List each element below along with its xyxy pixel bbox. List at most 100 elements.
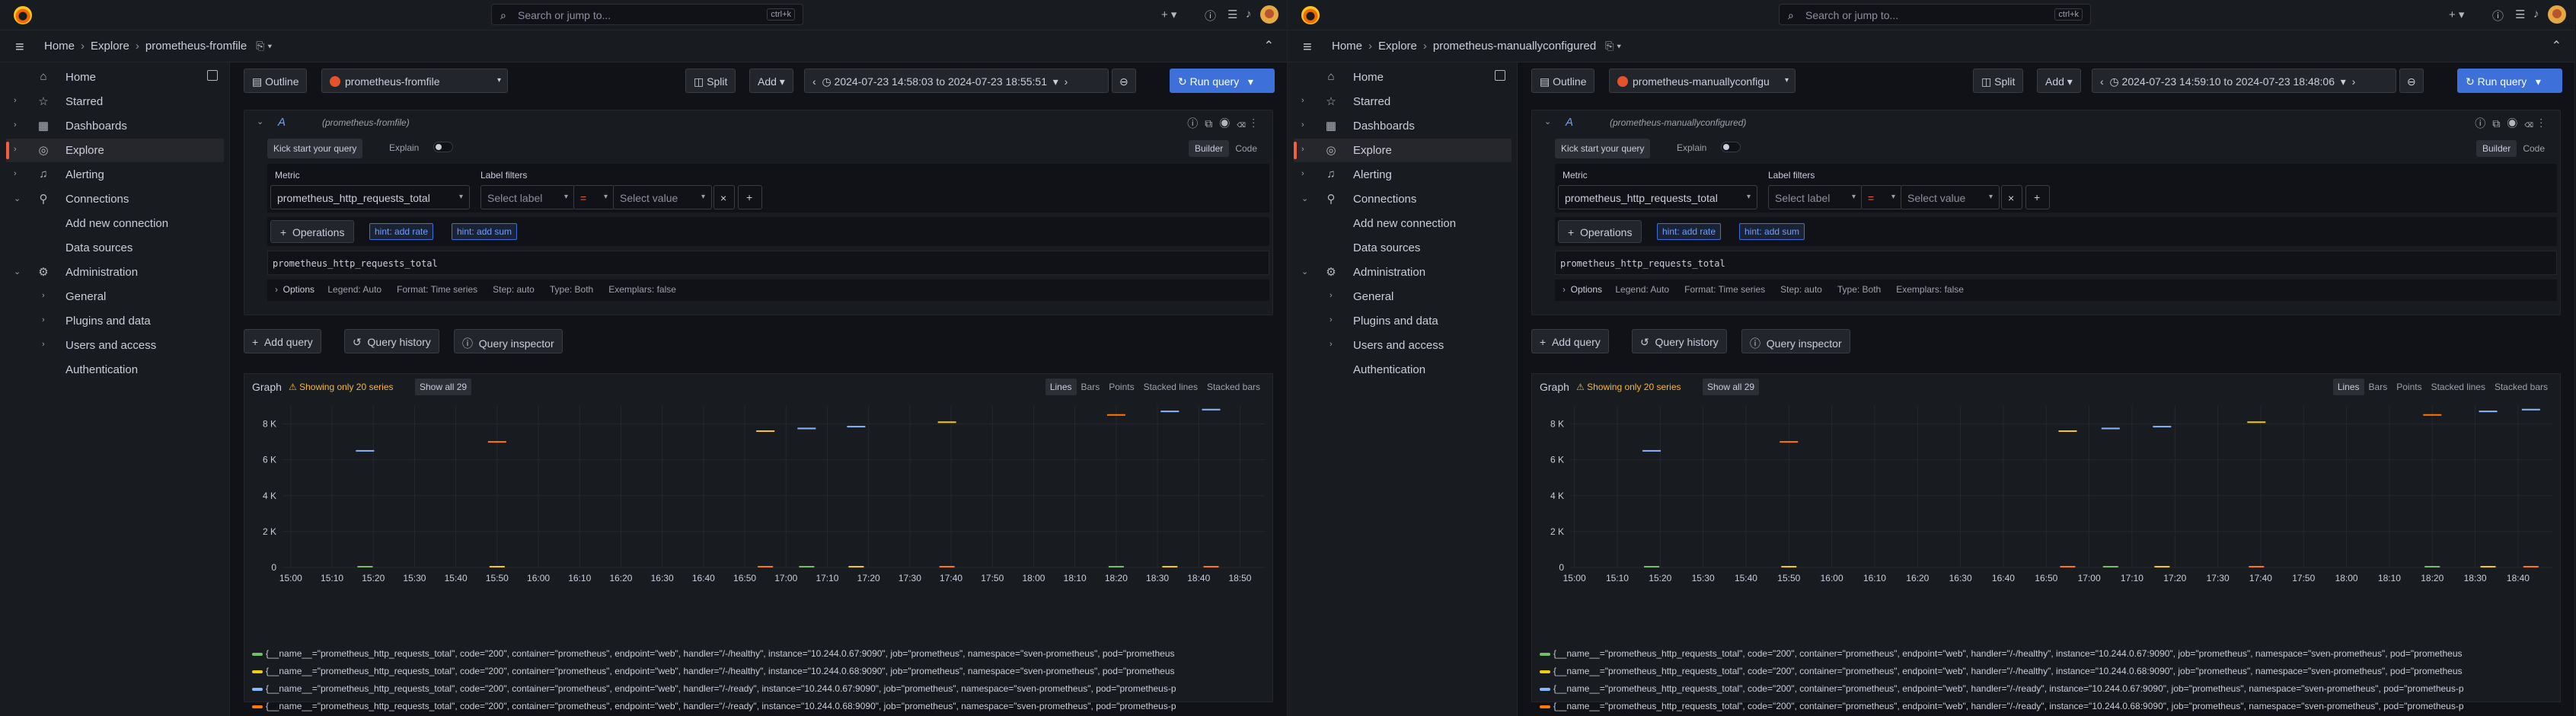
vis-type-lines[interactable]: Lines <box>2332 379 2364 395</box>
kick-start-button[interactable]: Kick start your query <box>1555 139 1651 158</box>
legend-item[interactable]: {__name__="prometheus_http_requests_tota… <box>1540 648 2557 666</box>
chevron-up-icon[interactable]: ⌃ <box>1264 38 1274 53</box>
legend-item[interactable]: {__name__="prometheus_http_requests_tota… <box>252 648 1269 666</box>
breadcrumb-explore[interactable]: Explore <box>1378 40 1417 53</box>
zoom-out-icon[interactable]: ⊖ <box>1112 69 1136 93</box>
sidebar-item-alerting[interactable]: › ♫ Alerting <box>1288 163 1511 187</box>
chevron-right-icon[interactable]: › <box>42 315 45 324</box>
vis-type-switch[interactable]: Lines Bars Points Stacked lines Stacked bars <box>2332 379 2552 395</box>
chevron-down-icon[interactable]: ⌄ <box>257 117 263 126</box>
builder-tab[interactable]: Builder <box>1188 140 1230 157</box>
add-query-button[interactable]: + Add query <box>244 329 321 353</box>
datasource-picker[interactable]: prometheus-manuallyconfigu ▾ <box>1609 69 1796 93</box>
legend-item[interactable]: {__name__="prometheus_http_requests_tota… <box>1540 701 2557 716</box>
sidebar-item-plugins-and-data[interactable]: › Plugins and data <box>1288 309 1511 333</box>
chevron-right-icon[interactable]: › <box>14 169 17 178</box>
legend-item[interactable]: {__name__="prometheus_http_requests_tota… <box>252 666 1269 683</box>
vis-type-stacked-bars[interactable]: Stacked bars <box>2490 379 2552 395</box>
breadcrumb-home[interactable]: Home <box>44 40 75 53</box>
chevron-down-icon[interactable]: ⌄ <box>1301 267 1308 276</box>
chevron-down-icon[interactable]: ⌄ <box>14 267 21 276</box>
vis-type-points[interactable]: Points <box>2392 379 2426 395</box>
chevron-right-icon[interactable]: › <box>14 120 17 129</box>
query-letter[interactable]: A <box>278 116 286 129</box>
chevron-right-icon[interactable]: › <box>1301 145 1304 154</box>
breadcrumb-home[interactable]: Home <box>1332 40 1362 53</box>
chevron-right-icon[interactable]: › <box>1301 120 1304 129</box>
query-action-icons[interactable]: ⓘ⧉◉⌫⋮ <box>2475 116 2549 131</box>
share-icon[interactable]: ⎘ ▾ <box>1605 40 1621 52</box>
legend-item[interactable]: {__name__="prometheus_http_requests_tota… <box>1540 666 2557 683</box>
chevron-down-icon[interactable]: ⌄ <box>1301 193 1308 203</box>
bell-icon[interactable]: ♪ <box>2533 8 2539 21</box>
hint-add-sum-button[interactable]: hint: add sum <box>452 223 518 240</box>
sidebar-item-users-and-access[interactable]: › Users and access <box>1288 334 1511 357</box>
hint-add-rate-button[interactable]: hint: add rate <box>369 223 434 240</box>
chevron-right-icon[interactable]: › <box>42 340 45 349</box>
query-options[interactable]: › Options Legend: Auto Format: Time serie… <box>267 280 1269 301</box>
query-letter[interactable]: A <box>1566 116 1573 129</box>
query-inspector-button[interactable]: ⓘ Query inspector <box>454 329 563 353</box>
chevron-right-icon[interactable]: › <box>1301 169 1304 178</box>
kick-start-button[interactable]: Kick start your query <box>267 139 363 158</box>
sidebar-item-authentication[interactable]: Authentication <box>1288 358 1511 382</box>
sidebar-item-dashboards[interactable]: › ▦ Dashboards <box>1288 114 1511 138</box>
run-query-button[interactable]: ↻ Run query ▾ <box>2457 69 2562 93</box>
breadcrumb-explore[interactable]: Explore <box>91 40 129 53</box>
hint-add-sum-button[interactable]: hint: add sum <box>1739 223 1805 240</box>
legend-item[interactable]: {__name__="prometheus_http_requests_tota… <box>252 701 1269 716</box>
explain-toggle[interactable] <box>433 142 453 152</box>
sidebar-item-starred[interactable]: › ☆ Starred <box>0 90 224 113</box>
chevron-right-icon[interactable]: › <box>1329 315 1333 324</box>
hint-add-rate-button[interactable]: hint: add rate <box>1657 223 1722 240</box>
sidebar-item-add-new-connection[interactable]: Add new connection <box>0 212 224 235</box>
split-button[interactable]: ◫ Split <box>1973 69 2024 93</box>
sidebar-item-connections[interactable]: ⌄ ⚲ Connections <box>0 187 224 211</box>
value-select[interactable]: Select value ▾ <box>1901 185 2000 209</box>
vis-type-lines[interactable]: Lines <box>1045 379 1077 395</box>
sidebar-item-authentication[interactable]: Authentication <box>0 358 224 382</box>
sidebar-item-connections[interactable]: ⌄ ⚲ Connections <box>1288 187 1511 211</box>
add-query-button[interactable]: + Add query <box>1531 329 1609 353</box>
operations-button[interactable]: + Operations <box>1558 220 1642 243</box>
chevron-up-icon[interactable]: ⌃ <box>2552 38 2562 53</box>
time-range-picker[interactable]: ‹ ◷ 2024-07-23 14:58:03 to 2024-07-23 18… <box>804 69 1109 93</box>
help-icon[interactable]: ⓘ <box>2492 8 2504 24</box>
sidebar-item-users-and-access[interactable]: › Users and access <box>0 334 224 357</box>
sidebar-item-administration[interactable]: ⌄ ⚙ Administration <box>0 261 224 284</box>
add-filter-icon[interactable]: + <box>738 185 762 209</box>
time-series-chart[interactable]: 0 2 K 4 K 6 K 8 K 15:00 15:10 15:20 15:30 15:40 15… <box>1532 398 2560 650</box>
sidebar-item-general[interactable]: › General <box>1288 285 1511 308</box>
chevron-right-icon[interactable]: › <box>1329 340 1333 349</box>
operator-select[interactable]: = ▾ <box>1861 185 1902 209</box>
sidebar-item-add-new-connection[interactable]: Add new connection <box>1288 212 1511 235</box>
vis-type-points[interactable]: Points <box>1104 379 1138 395</box>
search-input[interactable]: ⌕ Search or jump to... ctrl+k <box>491 4 803 25</box>
avatar[interactable] <box>2548 5 2566 24</box>
add-button[interactable]: Add ▾ <box>2037 69 2081 93</box>
show-all-button[interactable]: Show all 29 <box>415 379 472 395</box>
vis-type-stacked-lines[interactable]: Stacked lines <box>1139 379 1202 395</box>
label-select[interactable]: Select label ▾ <box>1768 185 1863 209</box>
add-button[interactable]: Add ▾ <box>749 69 793 93</box>
sidebar-item-plugins-and-data[interactable]: › Plugins and data <box>0 309 224 333</box>
avatar[interactable] <box>1260 5 1278 24</box>
query-history-button[interactable]: ↺ Query history <box>344 329 439 353</box>
chevron-right-icon[interactable]: › <box>1301 96 1304 105</box>
sidebar-item-explore[interactable]: › ◎ Explore <box>6 139 224 162</box>
vis-type-stacked-bars[interactable]: Stacked bars <box>1202 379 1265 395</box>
grafana-logo-icon[interactable] <box>14 6 32 24</box>
legend-item[interactable]: {__name__="prometheus_http_requests_tota… <box>1540 683 2557 701</box>
query-history-button[interactable]: ↺ Query history <box>1632 329 1727 353</box>
run-query-button[interactable]: ↻ Run query ▾ <box>1170 69 1275 93</box>
sidebar-item-data-sources[interactable]: Data sources <box>0 236 224 260</box>
menu-icon[interactable]: ≡ <box>15 39 24 56</box>
rss-icon[interactable]: ☰ <box>2515 8 2525 21</box>
split-button[interactable]: ◫ Split <box>685 69 736 93</box>
query-action-icons[interactable]: ⓘ⧉◉⌫⋮ <box>1187 116 1262 131</box>
remove-filter-icon[interactable]: × <box>713 185 735 209</box>
sidebar-item-starred[interactable]: › ☆ Starred <box>1288 90 1511 113</box>
chevron-right-icon[interactable]: › <box>14 145 17 154</box>
query-options[interactable]: › Options Legend: Auto Format: Time serie… <box>1555 280 2557 301</box>
sidebar-item-general[interactable]: › General <box>0 285 224 308</box>
